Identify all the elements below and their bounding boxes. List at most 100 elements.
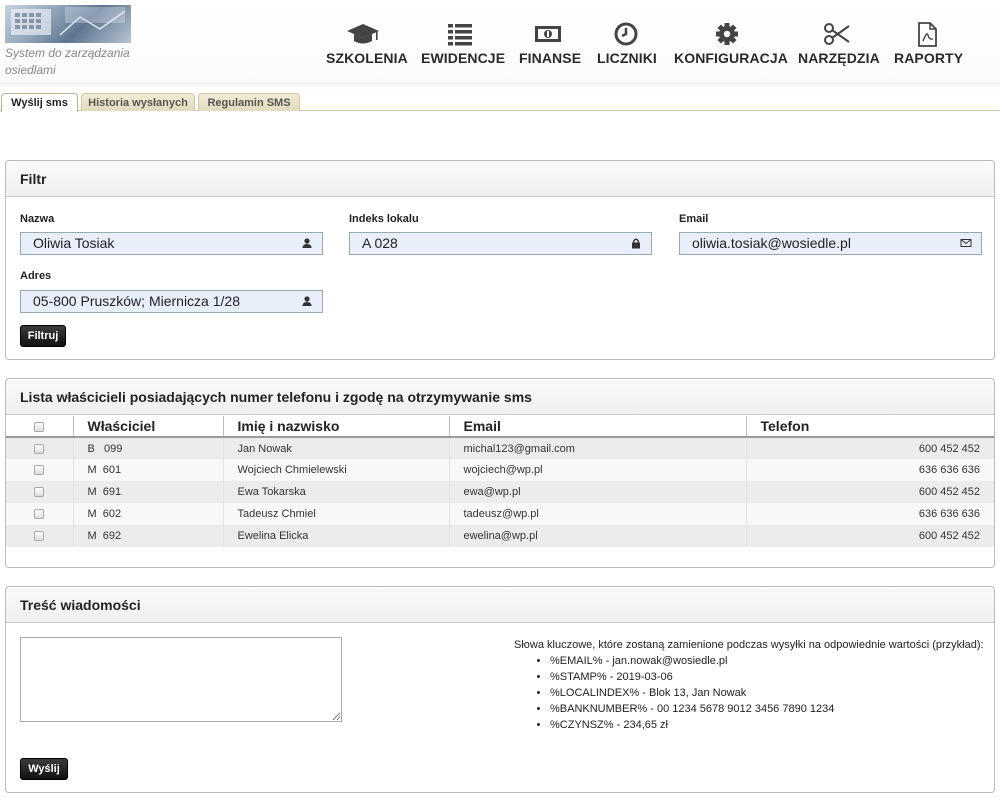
user-icon [302,296,312,306]
owner-cell: M 691 [72,481,223,503]
nav-label: KONFIGURACJA [674,50,788,66]
envelope-icon [960,239,972,247]
nav-liczniki[interactable]: LICZNIKI [597,20,657,70]
phone-cell: 600 452 452 [745,525,994,547]
nav-label: EWIDENCJE [421,50,506,66]
email-label: Email [679,213,709,225]
email-cell: tadeusz@wp.pl [448,503,746,525]
phone-cell: 636 636 636 [745,503,994,525]
email-cell: ewelina@wp.pl [448,525,746,547]
row-checkbox[interactable] [33,465,44,476]
tab-historia-wyslanych[interactable]: Historia wysłanych [81,93,195,111]
column-header-imie-nazwisko[interactable]: Imię i nazwisko [222,416,449,438]
message-title: Treść wiadomości [6,587,994,623]
message-textarea[interactable] [20,637,342,722]
filter-panel: Filtr Nazwa Oliwia Tosiak Indeks lokalu … [5,160,995,360]
table-row[interactable]: M 602 Tadeusz Chmiel tadeusz@wp.pl 636 6… [6,503,994,525]
table-row[interactable]: B 099 Jan Nowak michal123@gmail.com 600 … [6,437,994,459]
table-row[interactable]: M 692 Ewelina Elicka ewelina@wp.pl 600 4… [6,525,994,547]
row-checkbox[interactable] [33,443,44,454]
logo[interactable] [5,5,131,43]
nav-label: FINANSE [519,50,582,66]
select-all-checkbox[interactable] [33,422,44,433]
nav-finanse[interactable]: FINANSE [519,20,582,70]
header-divider [0,82,1000,90]
keywords-intro: Słowa kluczowe, które zostaną zamienione… [514,639,984,651]
email-cell: ewa@wp.pl [448,481,746,503]
wyslij-button[interactable]: Wyślij [20,758,68,780]
nazwa-field[interactable]: Oliwia Tosiak [20,232,323,255]
row-checkbox[interactable] [33,531,44,542]
pdf-file-icon [918,22,937,47]
name-cell: Tadeusz Chmiel [222,503,449,525]
nav-ewidencje[interactable]: EWIDENCJE [421,20,506,70]
phone-cell: 636 636 636 [745,459,994,481]
email-field[interactable]: oliwia.tosiak@wosiedle.pl [679,232,982,255]
tab-wyslij-sms[interactable]: Wyślij sms [1,93,78,112]
keywords-list: %EMAIL% - jan.nowak@wosiedle.pl %STAMP% … [514,653,984,733]
keyword-item: %CZYNSZ% - 234,65 zł [550,717,984,733]
phone-cell: 600 452 452 [745,437,994,459]
nav-label: LICZNIKI [597,50,657,66]
nav-narzedzia[interactable]: NARZĘDZIA [798,20,880,70]
adres-field[interactable]: 05-800 Pruszków; Miernicza 1/28 [20,290,323,313]
nazwa-value: Oliwia Tosiak [33,235,115,251]
email-value: oliwia.tosiak@wosiedle.pl [692,235,851,251]
name-cell: Wojciech Chmielewski [222,459,449,481]
row-checkbox[interactable] [33,487,44,498]
table-row[interactable]: M 691 Ewa Tokarska ewa@wp.pl 600 452 452 [6,481,994,503]
indeks-value: A 028 [362,235,398,251]
nav-label: NARZĘDZIA [798,50,880,66]
row-checkbox-cell [6,503,73,525]
name-cell: Ewa Tokarska [222,481,449,503]
user-icon [302,238,312,248]
name-cell: Ewelina Elicka [222,525,449,547]
nav-label: RAPORTY [894,50,964,66]
owner-cell: M 602 [72,503,223,525]
app-header: System do zarządzania osiedlami SZKOLENI… [0,0,1000,82]
gear-icon [716,23,738,45]
filter-title: Filtr [6,161,994,197]
owner-cell: M 692 [72,525,223,547]
keyword-item: %STAMP% - 2019-03-06 [550,669,984,685]
table-row[interactable]: M 601 Wojciech Chmielewski wojciech@wp.p… [6,459,994,481]
select-all-cell [6,416,73,438]
row-checkbox-cell [6,481,73,503]
app-tagline: System do zarządzania osiedlami [5,46,130,77]
email-cell: wojciech@wp.pl [448,459,746,481]
keyword-item: %EMAIL% - jan.nowak@wosiedle.pl [550,653,984,669]
nav-szkolenia[interactable]: SZKOLENIA [326,20,408,70]
column-header-telefon[interactable]: Telefon [745,416,994,438]
nav-konfiguracja[interactable]: KONFIGURACJA [674,20,788,70]
tab-regulamin-sms[interactable]: Regulamin SMS [198,93,300,111]
phone-cell: 600 452 452 [745,481,994,503]
message-panel: Treść wiadomości Słowa kluczowe, które z… [5,586,995,793]
email-cell: michal123@gmail.com [448,437,746,459]
row-checkbox[interactable] [33,509,44,520]
column-header-wlasciciel[interactable]: Właściciel [72,416,223,438]
owner-cell: B 099 [72,437,223,459]
filtruj-button[interactable]: Filtruj [20,325,66,347]
table-header-row: Właściciel Imię i nazwisko Email Telefon [6,416,994,438]
graduation-cap-icon [347,24,379,44]
nazwa-label: Nazwa [20,213,55,225]
adres-value: 05-800 Pruszków; Miernicza 1/28 [33,293,240,309]
owners-panel: Lista właścicieli posiadających numer te… [5,378,995,568]
indeks-field[interactable]: A 028 [349,232,652,255]
nav-raporty[interactable]: RAPORTY [894,20,964,70]
name-cell: Jan Nowak [222,437,449,459]
column-header-email[interactable]: Email [448,416,746,438]
tab-bar: Wyślij sms Historia wysłanych Regulamin … [0,93,1000,112]
clock-icon [614,22,638,46]
lock-icon [632,238,640,249]
owners-title: Lista właścicieli posiadających numer te… [6,379,994,415]
list-icon [448,24,472,46]
owner-cell: M 601 [72,459,223,481]
scissors-icon [824,23,850,45]
row-checkbox-cell [6,525,73,547]
adres-label: Adres [20,270,52,282]
money-icon [535,26,561,42]
keywords-help: Słowa kluczowe, które zostaną zamienione… [514,639,984,733]
indeks-label: Indeks lokalu [349,213,419,225]
keyword-item: %LOCALINDEX% - Blok 13, Jan Nowak [550,685,984,701]
